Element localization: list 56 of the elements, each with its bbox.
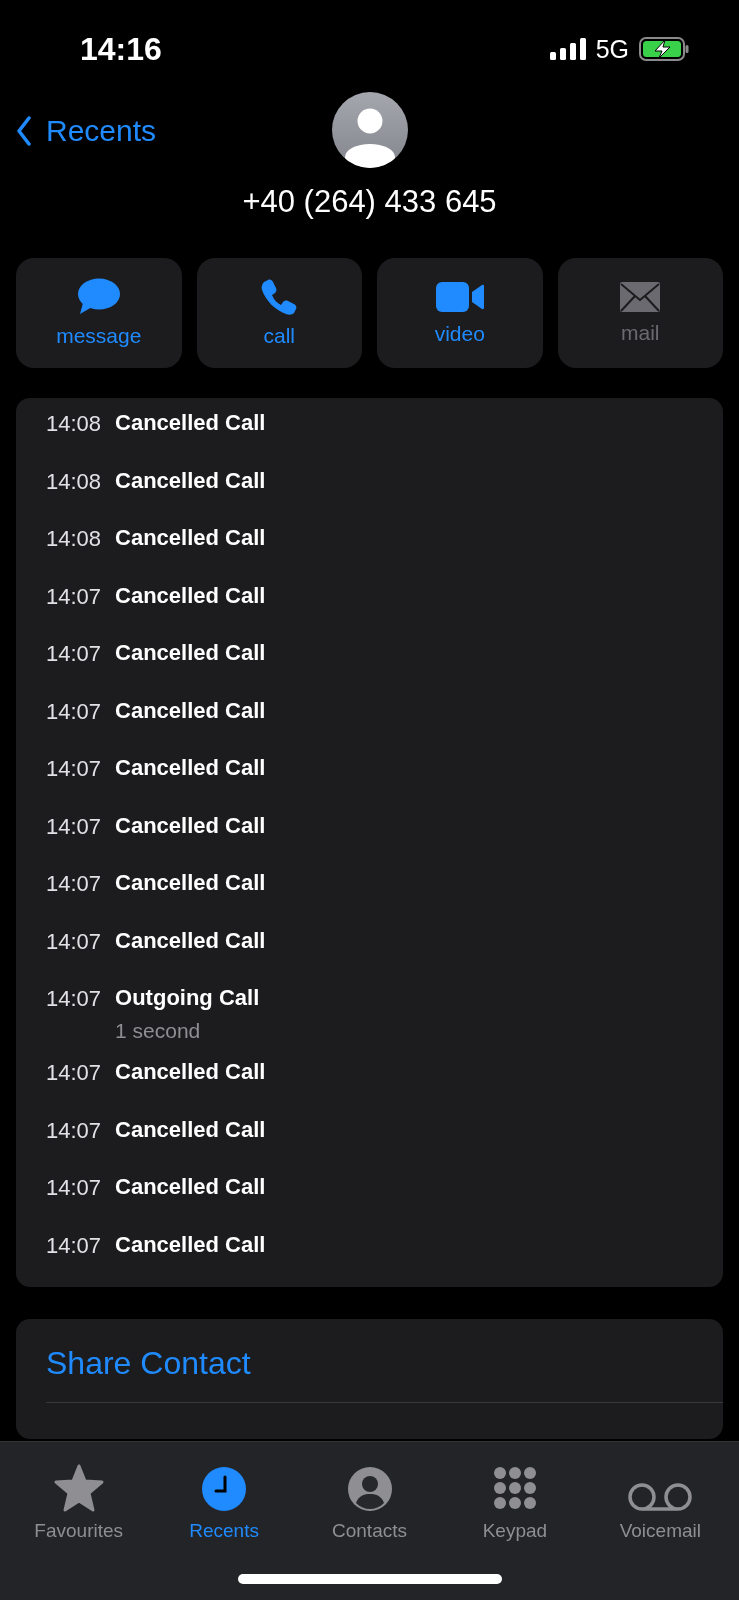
avatar-icon: [331, 92, 408, 168]
call-duration: 1 second: [115, 1019, 202, 1043]
call-type: Cancelled Call: [115, 410, 266, 436]
action-button[interactable]: call: [196, 258, 362, 368]
star-icon: [53, 1464, 104, 1512]
call-type: Cancelled Call: [115, 1174, 266, 1200]
call-type: Cancelled Call: [115, 640, 266, 666]
action-button[interactable]: video: [377, 258, 543, 368]
call-type: Cancelled Call: [115, 525, 266, 551]
call-type: Cancelled Call: [115, 755, 266, 781]
chevron-left-icon: [16, 116, 32, 146]
call-type: Cancelled Call: [115, 467, 266, 494]
call-time: 14:07: [46, 1174, 102, 1202]
call-type: Cancelled Call: [115, 697, 266, 724]
call-type: Cancelled Call: [115, 1059, 266, 1085]
voicemail-icon: [627, 1482, 694, 1512]
call-time: 14:07: [46, 1231, 102, 1260]
call-time: 14:07: [46, 1116, 102, 1145]
call-time: 14:07: [46, 697, 102, 726]
call-type: Cancelled Call: [115, 582, 266, 609]
call-time: 14:07: [46, 640, 102, 668]
back-button[interactable]: Recents: [16, 114, 157, 148]
call-type: Cancelled Call: [115, 927, 266, 954]
signal-icon: [549, 38, 586, 60]
tab-button[interactable]: Recents: [151, 1452, 297, 1542]
call-type: Outgoing Call: [115, 985, 260, 1011]
clock-icon: [201, 1466, 248, 1512]
tab-button[interactable]: Favourites: [6, 1452, 152, 1542]
tab-button[interactable]: Contacts: [296, 1452, 443, 1542]
call-time: 14:08: [46, 467, 102, 496]
speech-bubble-icon: [76, 278, 121, 316]
phone-icon: [260, 278, 299, 316]
video-camera-icon: [435, 280, 484, 314]
call-type: Cancelled Call: [115, 1231, 266, 1258]
battery-icon: [639, 37, 689, 61]
keypad-icon: [491, 1466, 538, 1512]
tab-button[interactable]: Voicemail: [587, 1452, 734, 1542]
call-type: Cancelled Call: [115, 870, 266, 896]
network-label: 5G: [595, 34, 629, 64]
call-time: 14:07: [46, 1059, 102, 1087]
action-button[interactable]: message: [16, 258, 182, 368]
status-time: 14:16: [80, 30, 162, 68]
person-icon: [346, 1466, 393, 1512]
phone-number: +40 (264) 433 645: [241, 184, 498, 220]
call-time: 14:07: [46, 812, 102, 841]
call-time: 14:07: [46, 582, 102, 611]
call-time: 14:07: [46, 927, 102, 956]
call-type: Cancelled Call: [115, 812, 266, 839]
call-time: 14:07: [46, 755, 102, 783]
call-time: 14:08: [46, 410, 102, 438]
call-time: 14:07: [46, 985, 102, 1013]
call-time: 14:08: [46, 525, 102, 553]
tab-button[interactable]: Keypad: [442, 1452, 588, 1542]
call-type: Cancelled Call: [115, 1116, 266, 1143]
call-time: 14:07: [46, 870, 102, 898]
envelope-icon: [619, 281, 662, 313]
